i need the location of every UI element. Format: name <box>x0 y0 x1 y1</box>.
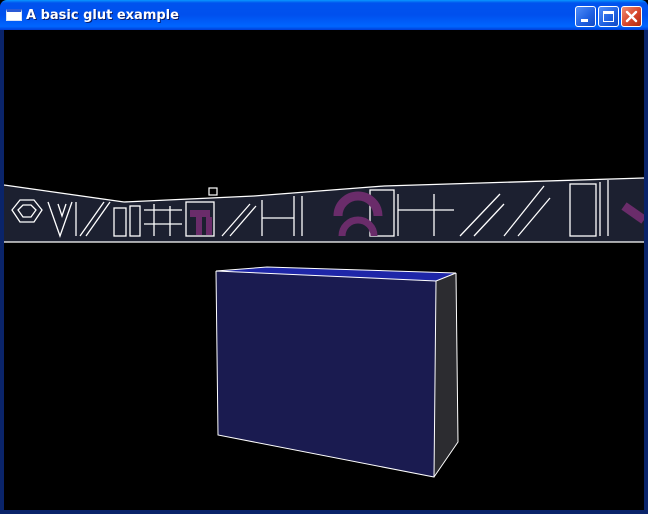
maximize-icon <box>603 11 614 22</box>
window-title: A basic glut example <box>26 8 179 23</box>
title-bar[interactable]: A basic glut example <box>0 0 648 30</box>
window-icon[interactable] <box>6 9 22 21</box>
minimize-button[interactable] <box>575 6 596 27</box>
wall-marker <box>208 187 218 196</box>
minimize-icon <box>581 19 588 22</box>
close-icon <box>625 10 638 23</box>
app-window: A basic glut example <box>0 0 648 514</box>
gl-canvas[interactable] <box>4 30 644 510</box>
3d-scene <box>4 30 644 510</box>
maximize-button[interactable] <box>598 6 619 27</box>
close-button[interactable] <box>621 6 642 27</box>
